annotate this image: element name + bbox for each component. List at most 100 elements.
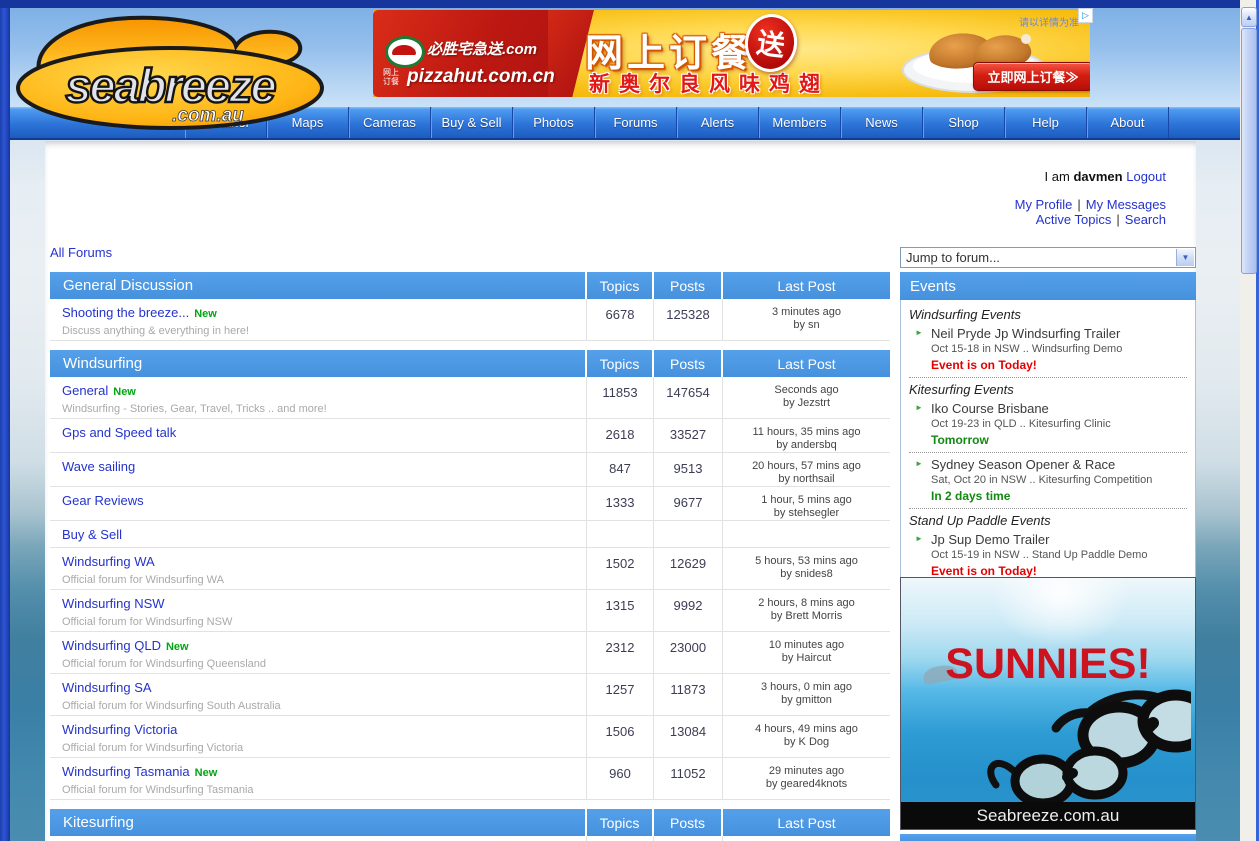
forum-name-cell: Windsurfing Victoria Official forum for … bbox=[50, 716, 587, 757]
section-title: General Discussion bbox=[50, 272, 587, 299]
posts-count bbox=[654, 521, 723, 547]
pizzahut-banner-ad[interactable]: 必胜宅急送.com 网上订餐 pizzahut.com.cn 网上订餐 送 新奥… bbox=[373, 10, 1090, 97]
forum-description: Windsurfing - Stories, Gear, Travel, Tri… bbox=[62, 403, 586, 415]
last-post-cell: 10 minutes ago by Haircut bbox=[723, 632, 890, 673]
forum-link[interactable]: Windsurfing SA bbox=[62, 680, 152, 695]
nav-item[interactable]: Help bbox=[1005, 107, 1087, 138]
event-name[interactable]: Iko Course Brisbane bbox=[931, 401, 1187, 416]
last-post-author[interactable]: by gmitton bbox=[723, 694, 890, 707]
last-post-author[interactable]: by Brett Morris bbox=[723, 610, 890, 623]
forum-link[interactable]: Windsurfing QLD bbox=[62, 638, 161, 653]
topics-count: 11853 bbox=[587, 377, 654, 418]
last-post-cell: 20 hours, 57 mins ago by northsail bbox=[723, 453, 890, 486]
forum-link[interactable]: Windsurfing NSW bbox=[62, 596, 165, 611]
topics-count: 1257 bbox=[587, 674, 654, 715]
sunnies-ad[interactable]: SUNNIES! Seabreeze.com.au bbox=[900, 577, 1196, 830]
nav-item[interactable]: Cameras bbox=[349, 107, 431, 138]
last-post-column-header: Last Post bbox=[723, 350, 890, 377]
sunglasses-icon bbox=[971, 673, 1191, 808]
new-badge: New bbox=[113, 386, 136, 398]
event-detail: Oct 19-23 in QLD .. Kitesurfing Clinic bbox=[931, 418, 1187, 430]
nav-item[interactable]: News bbox=[841, 107, 923, 138]
event-name[interactable]: Jp Sup Demo Trailer bbox=[931, 532, 1187, 547]
jump-to-forum-select[interactable]: Jump to forum... ▼ bbox=[900, 247, 1196, 268]
last-post-author[interactable]: by andersbq bbox=[723, 439, 890, 452]
last-post-cell: 3 minutes ago by sn bbox=[723, 299, 890, 340]
ad-cta-button[interactable]: 立即网上订餐≫ bbox=[973, 62, 1090, 91]
search-link[interactable]: Search bbox=[1125, 212, 1166, 227]
posts-count: 147654 bbox=[654, 377, 723, 418]
forum-link[interactable]: General bbox=[62, 383, 108, 398]
ad-disclaimer-text: 请以详情为准 bbox=[1019, 14, 1079, 29]
ad-choices-icon[interactable]: ▷ bbox=[1078, 8, 1093, 23]
nav-item[interactable]: Buy & Sell bbox=[431, 107, 513, 138]
last-post-author[interactable]: by sn bbox=[723, 319, 890, 332]
topic-links: Active Topics|Search bbox=[1015, 212, 1166, 227]
chevron-down-icon[interactable]: ▼ bbox=[1176, 249, 1194, 266]
topics-column-header: Topics bbox=[587, 272, 654, 299]
scrollbar-thumb[interactable] bbox=[1241, 28, 1257, 274]
posts-column-header: Posts bbox=[654, 809, 723, 836]
divider bbox=[909, 508, 1187, 509]
last-post-cell: Seconds ago by Jezstrt bbox=[723, 377, 890, 418]
sidebar-next-section-header bbox=[900, 834, 1196, 841]
last-post-author[interactable]: by stehsegler bbox=[723, 507, 890, 520]
last-post-time: 1 hour, 5 mins ago bbox=[723, 494, 890, 507]
forum-link[interactable]: Buy & Sell bbox=[62, 527, 122, 542]
nav-item[interactable]: Members bbox=[759, 107, 841, 138]
events-panel-body: Windsurfing Events ► Neil Pryde Jp Winds… bbox=[900, 300, 1196, 611]
nav-item[interactable]: About bbox=[1087, 107, 1169, 138]
event-name[interactable]: Neil Pryde Jp Windsurfing Trailer bbox=[931, 326, 1187, 341]
my-profile-link[interactable]: My Profile bbox=[1015, 197, 1073, 212]
nav-item[interactable]: Shop bbox=[923, 107, 1005, 138]
forum-name-cell: GeneralNew Kitesurfing - Where, What, Wh… bbox=[50, 836, 587, 841]
forum-link[interactable]: Gear Reviews bbox=[62, 493, 144, 508]
logout-link[interactable]: Logout bbox=[1126, 169, 1166, 184]
forum-link[interactable]: Windsurfing Victoria bbox=[62, 722, 177, 737]
last-post-author[interactable]: by K Dog bbox=[723, 736, 890, 749]
forum-table-row: Wave sailing 847 9513 20 hours, 57 mins … bbox=[50, 453, 890, 487]
last-post-cell: 1 hour, 5 mins ago by stehsegler bbox=[723, 487, 890, 520]
section-title: Windsurfing bbox=[50, 350, 587, 377]
forum-table-row: Windsurfing Victoria Official forum for … bbox=[50, 716, 890, 758]
forum-rows: General New Windsurfing - Stories, Gear, … bbox=[50, 377, 890, 800]
forum-table-row: Windsurfing TasmaniaNew Official forum f… bbox=[50, 758, 890, 800]
breadcrumb[interactable]: All Forums bbox=[50, 245, 112, 260]
posts-count: 9513 bbox=[654, 453, 723, 486]
forum-table-row: Windsurfing QLDNew Official forum for Wi… bbox=[50, 632, 890, 674]
section-title: Kitesurfing bbox=[50, 809, 587, 836]
topics-count: 2312 bbox=[587, 632, 654, 673]
browser-scrollbar[interactable]: ▲ bbox=[1240, 0, 1256, 841]
event-status: Tomorrow bbox=[931, 433, 1187, 447]
forum-link[interactable]: Shooting the breeze... bbox=[62, 305, 189, 320]
seabreeze-logo[interactable]: seabreeze .com.au bbox=[8, 8, 360, 132]
active-topics-link[interactable]: Active Topics bbox=[1036, 212, 1112, 227]
forum-name-cell: Gear Reviews bbox=[50, 487, 587, 520]
sun-glow-decor bbox=[991, 577, 1131, 648]
posts-count: 9992 bbox=[654, 590, 723, 631]
scroll-up-icon[interactable]: ▲ bbox=[1241, 7, 1257, 27]
forum-link[interactable]: Wave sailing bbox=[62, 459, 135, 474]
last-post-author[interactable]: by Jezstrt bbox=[723, 397, 890, 410]
event-bullet-icon: ► bbox=[915, 403, 923, 412]
last-post-author[interactable]: by geared4knots bbox=[723, 778, 890, 791]
last-post-author[interactable]: by snides8 bbox=[723, 568, 890, 581]
last-post-cell: Seconds ago by SaveTheWhales bbox=[723, 836, 890, 841]
last-post-author[interactable]: by northsail bbox=[723, 473, 890, 486]
forum-link[interactable]: Gps and Speed talk bbox=[62, 425, 176, 440]
logo-wordmark: seabreeze bbox=[65, 59, 275, 112]
forum-name-cell: Windsurfing QLDNew Official forum for Wi… bbox=[50, 632, 587, 673]
nav-item[interactable]: Alerts bbox=[677, 107, 759, 138]
forum-link[interactable]: Windsurfing WA bbox=[62, 554, 155, 569]
ad-brand-text: 必胜宅急送.com bbox=[427, 38, 537, 59]
nav-item[interactable]: Photos bbox=[513, 107, 595, 138]
window-left-border bbox=[0, 8, 10, 841]
forum-table-row: Shooting the breeze...New Discuss anythi… bbox=[50, 299, 890, 341]
nav-item[interactable]: Forums bbox=[595, 107, 677, 138]
topics-count: 22305 bbox=[587, 836, 654, 841]
forum-link[interactable]: Windsurfing Tasmania bbox=[62, 764, 190, 779]
my-messages-link[interactable]: My Messages bbox=[1086, 197, 1166, 212]
event-name[interactable]: Sydney Season Opener & Race bbox=[931, 457, 1187, 472]
site-header: seabreeze .com.au 必胜宅急送.com 网上订餐 pizzahu… bbox=[10, 8, 1240, 107]
last-post-author[interactable]: by Haircut bbox=[723, 652, 890, 665]
